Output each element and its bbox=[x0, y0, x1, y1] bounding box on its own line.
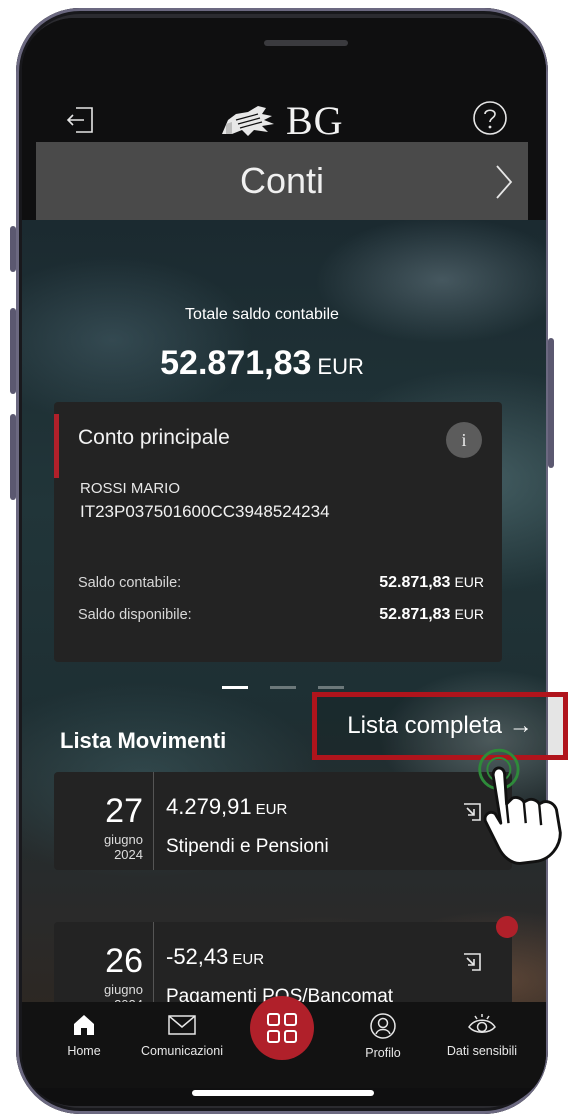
transaction-description: Stipendi e Pensioni bbox=[166, 836, 329, 857]
nav-label: Profilo bbox=[365, 1046, 401, 1060]
transaction-month: giugno bbox=[103, 832, 143, 847]
pager-dot[interactable] bbox=[222, 686, 248, 689]
account-title: Conto principale bbox=[78, 426, 230, 449]
logo-text: BG bbox=[286, 97, 344, 143]
unread-badge bbox=[496, 916, 518, 938]
transaction-date: 27 giugno 2024 bbox=[54, 772, 154, 870]
phone-power-button bbox=[548, 338, 554, 468]
balance-row-value: 52.871,83 EUR bbox=[379, 574, 484, 591]
total-balance-currency: EUR bbox=[317, 354, 364, 379]
total-balance-value: 52.871,83 EUR bbox=[22, 344, 524, 383]
movements-title: Lista Movimenti bbox=[60, 728, 227, 753]
transaction-amount: 4.279,91 EUR bbox=[166, 794, 288, 819]
balance-row-contabile: Saldo contabile: 52.871,83 EUR bbox=[78, 574, 484, 592]
account-owner: ROSSI MARIO bbox=[80, 480, 181, 497]
info-icon[interactable]: i bbox=[446, 422, 482, 458]
home-icon bbox=[74, 1015, 94, 1035]
help-icon[interactable] bbox=[472, 100, 508, 136]
grid-menu-icon bbox=[267, 1013, 297, 1043]
nav-label: Home bbox=[67, 1044, 101, 1058]
main-menu-button[interactable] bbox=[250, 996, 314, 1060]
card-pager[interactable] bbox=[222, 686, 344, 689]
app-screen: BG Conti Totale saldo contabile 52.871,8… bbox=[22, 18, 546, 1106]
transaction-day: 26 bbox=[105, 942, 143, 980]
logout-icon[interactable] bbox=[64, 104, 96, 136]
pager-dot[interactable] bbox=[318, 686, 344, 689]
account-iban: IT23P037501600CC3948524234 bbox=[80, 502, 330, 521]
total-balance-label: Totale saldo contabile bbox=[185, 306, 339, 323]
nav-label: Comunicazioni bbox=[141, 1044, 223, 1058]
transaction-amount: -52,43 EUR bbox=[166, 944, 265, 969]
lion-logo-icon bbox=[222, 106, 274, 136]
page-title: Conti bbox=[239, 160, 325, 201]
nav-home[interactable]: Home bbox=[64, 1012, 104, 1058]
home-indicator bbox=[192, 1090, 374, 1096]
total-balance-amount: 52.871,83 bbox=[160, 344, 312, 382]
balance-row-label: Saldo disponibile: bbox=[78, 607, 192, 623]
accounts-header[interactable]: Conti bbox=[36, 142, 528, 220]
transaction-day: 27 bbox=[105, 792, 143, 830]
nav-profilo[interactable]: Profilo bbox=[358, 1012, 408, 1060]
transaction-year: 2024 bbox=[114, 847, 143, 862]
speaker-notch bbox=[264, 40, 348, 46]
pager-dot[interactable] bbox=[270, 686, 296, 689]
eye-icon bbox=[468, 1014, 496, 1033]
chevron-right-icon[interactable] bbox=[494, 164, 514, 200]
expand-icon[interactable] bbox=[462, 952, 482, 972]
card-accent-bar bbox=[54, 414, 59, 478]
nav-dati-sensibili[interactable]: Dati sensibili bbox=[440, 1012, 524, 1058]
balance-row-label: Saldo contabile: bbox=[78, 575, 182, 591]
account-card[interactable]: Conto principale i ROSSI MARIO IT23P0375… bbox=[54, 402, 502, 662]
transaction-month: giugno bbox=[103, 982, 143, 997]
transaction-row[interactable]: 27 giugno 2024 4.279,91 EUR Stipendi e Pe… bbox=[54, 772, 512, 870]
top-bar: BG bbox=[22, 18, 546, 143]
tap-hand-icon bbox=[478, 748, 562, 865]
balance-row-disponibile: Saldo disponibile: 52.871,83 EUR bbox=[78, 606, 484, 624]
nav-comunicazioni[interactable]: Comunicazioni bbox=[136, 1012, 228, 1058]
balance-row-value: 52.871,83 EUR bbox=[379, 606, 484, 623]
envelope-icon bbox=[168, 1015, 196, 1035]
nav-label: Dati sensibili bbox=[446, 1044, 518, 1058]
profile-icon bbox=[370, 1013, 396, 1039]
bank-logo: BG bbox=[218, 97, 344, 143]
